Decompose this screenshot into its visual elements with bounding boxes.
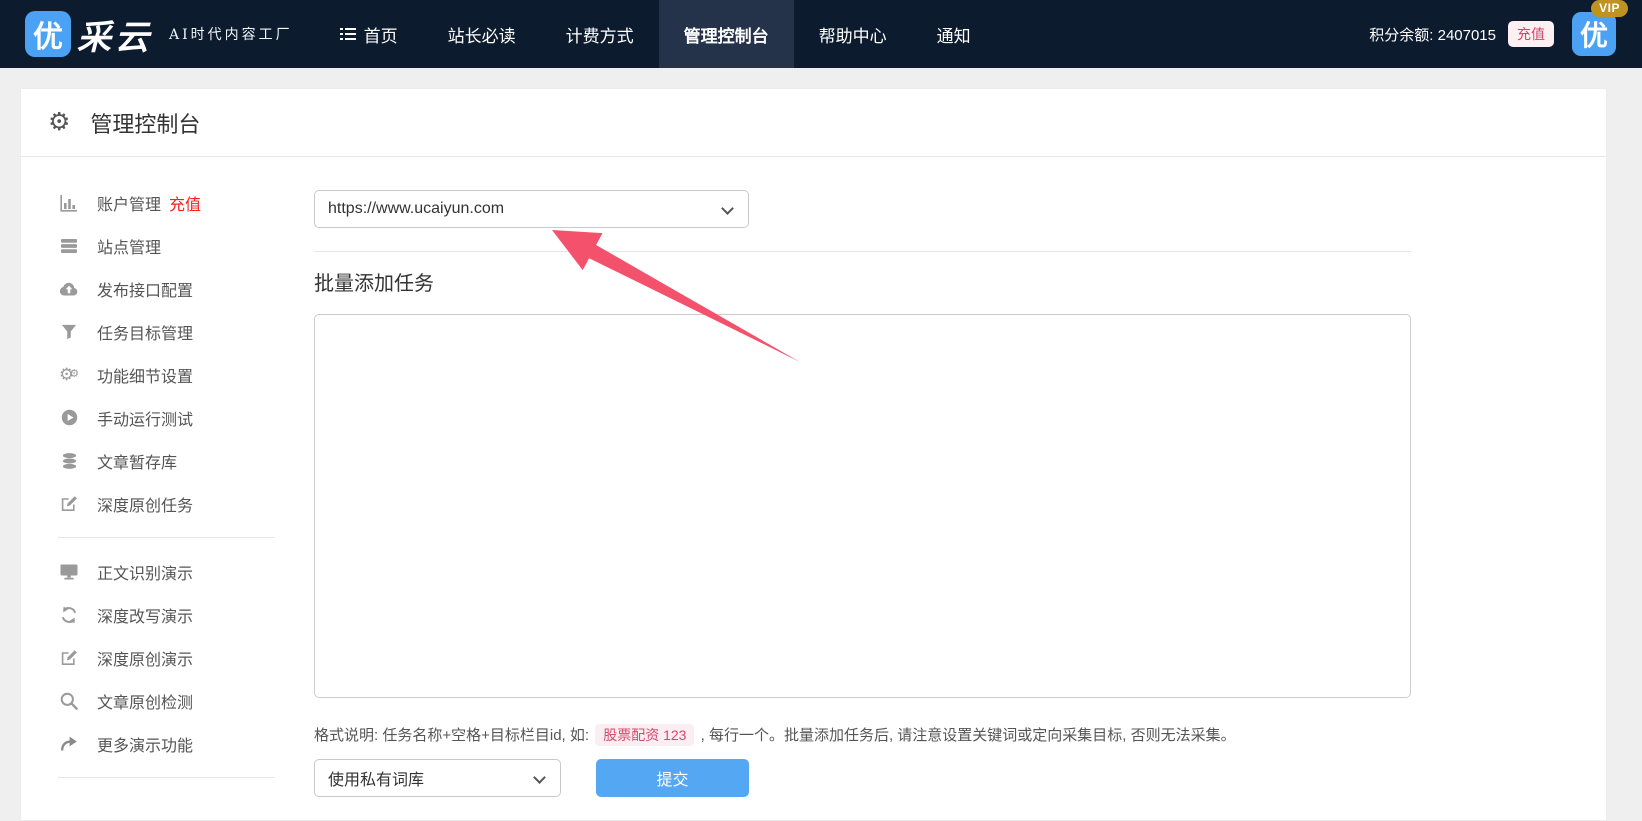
sidebar-divider (58, 537, 274, 538)
forward-arrow-icon (58, 736, 80, 752)
sidebar-recharge-link[interactable]: 充值 (169, 191, 201, 215)
nav-item-help-center[interactable]: 帮助中心 (794, 0, 912, 68)
dictionary-select[interactable]: 使用私有词库 (314, 759, 561, 797)
chevron-down-icon (533, 771, 546, 784)
sidebar-item-task-target-management[interactable]: 任务目标管理 (58, 310, 314, 353)
sidebar-item-label: 正文识别演示 (97, 560, 193, 584)
nav-item-notifications[interactable]: 通知 (912, 0, 996, 68)
card-header: ⚙ 管理控制台 (21, 89, 1606, 157)
sidebar-item-account-management[interactable]: 账户管理 充值 (58, 181, 314, 224)
sidebar-item-label: 功能细节设置 (97, 363, 193, 387)
bar-chart-icon (58, 194, 80, 212)
user-avatar-wrap: 优 VIP (1572, 12, 1616, 56)
play-circle-icon (58, 409, 80, 426)
sidebar-item-label: 文章原创检测 (97, 689, 193, 713)
page-title: 管理控制台 (90, 107, 200, 139)
sidebar-item-label: 更多演示功能 (97, 732, 193, 756)
filter-icon (58, 324, 80, 340)
sidebar-item-label: 站点管理 (97, 234, 161, 258)
nav-item-label: 计费方式 (566, 22, 634, 47)
list-icon (340, 27, 356, 41)
logo-brand-text: 采云 (77, 10, 153, 59)
search-icon (58, 692, 80, 710)
sidebar-item-feature-settings[interactable]: ⚙⚙ 功能细节设置 (58, 353, 314, 396)
app-logo[interactable]: 优 采云 AI时代内容工厂 (25, 10, 293, 59)
monitor-icon (58, 564, 80, 580)
sidebar-item-label: 深度原创任务 (97, 492, 193, 516)
points-balance: 积分余额: 2407015 (1369, 24, 1496, 45)
sidebar-item-publish-api-config[interactable]: 发布接口配置 (58, 267, 314, 310)
main-content: https://www.ucaiyun.com 批量添加任务 格式说明: 任务名… (314, 157, 1411, 821)
section-title: 批量添加任务 (314, 267, 1411, 296)
nav-item-console[interactable]: 管理控制台 (659, 0, 794, 68)
console-card: ⚙ 管理控制台 账户管理 充值 站点管理 发 (20, 88, 1607, 821)
refresh-icon (58, 606, 80, 624)
sidebar-item-label: 手动运行测试 (97, 406, 193, 430)
nav-item-pricing[interactable]: 计费方式 (541, 0, 659, 68)
nav-item-label: 站长必读 (448, 22, 516, 47)
submit-button[interactable]: 提交 (596, 759, 749, 797)
top-navbar: 优 采云 AI时代内容工厂 首页 站长必读 计费方式 管理控制台 帮助中心 通知… (0, 0, 1642, 68)
bottom-controls: 使用私有词库 提交 (314, 759, 1411, 797)
database-icon (58, 452, 80, 470)
nav-item-label: 首页 (364, 22, 398, 47)
edit-icon (58, 495, 80, 513)
cloud-upload-icon (58, 281, 80, 297)
sidebar-item-label: 深度改写演示 (97, 603, 193, 627)
recharge-button[interactable]: 充值 (1508, 21, 1554, 47)
dictionary-select-value: 使用私有词库 (328, 766, 424, 790)
sidebar-item-manual-run-test[interactable]: 手动运行测试 (58, 396, 314, 439)
sidebar-item-label: 深度原创演示 (97, 646, 193, 670)
sidebar-item-site-management[interactable]: 站点管理 (58, 224, 314, 267)
sidebar-item-label: 任务目标管理 (97, 320, 193, 344)
site-select-value: https://www.ucaiyun.com (328, 200, 504, 218)
nav-menu: 首页 站长必读 计费方式 管理控制台 帮助中心 通知 (315, 0, 996, 68)
sidebar-item-deep-original-task[interactable]: 深度原创任务 (58, 482, 314, 525)
nav-item-label: 管理控制台 (684, 22, 769, 47)
format-example-badge: 股票配资 123 (595, 724, 694, 746)
vip-badge: VIP (1591, 0, 1628, 17)
nav-item-label: 帮助中心 (819, 22, 887, 47)
sidebar-item-article-staging[interactable]: 文章暂存库 (58, 439, 314, 482)
format-note: 格式说明: 任务名称+空格+目标栏目id, 如: 股票配资 123 , 每行一个… (314, 724, 1411, 745)
logo-badge: 优 (25, 11, 71, 57)
gear-icon: ⚙ (48, 110, 70, 135)
format-note-suffix: , 每行一个。批量添加任务后, 请注意设置关键词或定向采集目标, 否则无法采集。 (696, 727, 1235, 744)
site-select[interactable]: https://www.ucaiyun.com (314, 190, 749, 228)
sidebar-item-label: 发布接口配置 (97, 277, 193, 301)
chevron-down-icon (721, 202, 734, 215)
batch-tasks-textarea[interactable] (314, 314, 1411, 698)
nav-item-label: 通知 (937, 22, 971, 47)
sidebar-item-label: 文章暂存库 (97, 449, 177, 473)
user-avatar[interactable]: 优 (1572, 12, 1616, 56)
nav-right-area: 积分余额: 2407015 充值 优 VIP (1369, 12, 1616, 56)
logo-tagline: AI时代内容工厂 (169, 24, 293, 44)
edit-icon (58, 649, 80, 667)
sidebar-item-originality-check[interactable]: 文章原创检测 (58, 679, 314, 722)
cogs-icon: ⚙⚙ (58, 366, 80, 383)
sidebar-divider (58, 777, 274, 778)
nav-item-home[interactable]: 首页 (315, 0, 423, 68)
sidebar-item-more-demos[interactable]: 更多演示功能 (58, 722, 314, 765)
sidebar-item-deep-original-demo[interactable]: 深度原创演示 (58, 636, 314, 679)
section-divider (314, 251, 1411, 252)
format-note-prefix: 格式说明: 任务名称+空格+目标栏目id, 如: (314, 727, 593, 744)
sidebar-item-content-recognition-demo[interactable]: 正文识别演示 (58, 550, 314, 593)
sidebar-item-deep-rewrite-demo[interactable]: 深度改写演示 (58, 593, 314, 636)
sidebar-item-label: 账户管理 (97, 191, 161, 215)
sidebar: 账户管理 充值 站点管理 发布接口配置 任务目标管理 (21, 157, 314, 821)
server-icon (58, 237, 80, 255)
nav-item-webmaster-guide[interactable]: 站长必读 (423, 0, 541, 68)
